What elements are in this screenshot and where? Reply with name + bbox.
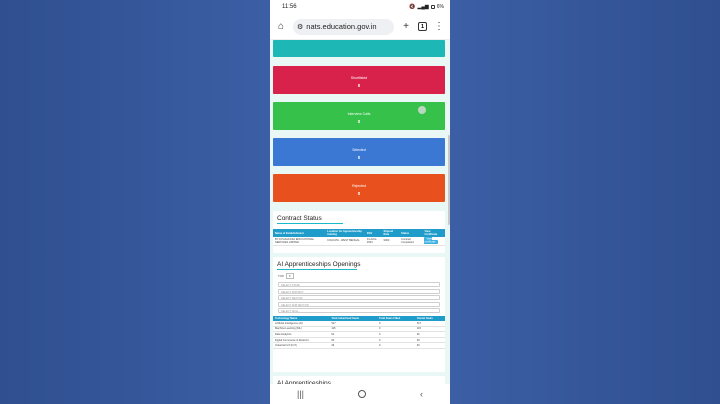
address-bar[interactable]: ⚙ nats.education.gov.in (293, 18, 394, 35)
tab-switcher-button[interactable]: 1 (418, 22, 427, 31)
ai-openings-section: AI Apprenticeships Openings TOP 5 SELECT… (273, 257, 445, 372)
status-card[interactable] (273, 40, 445, 57)
status-bar: 11:56 🔇 ▂▄▆ 6% (270, 0, 450, 14)
site-settings-icon[interactable]: ⚙ (297, 23, 303, 31)
contract-status-table: Name of Establishment Location for Appren… (273, 229, 445, 246)
table-cell: View certificate (422, 237, 445, 246)
title-underline (277, 223, 343, 224)
filter-select[interactable]: SELECT SKILL (278, 308, 440, 313)
column-header: Name of Establishment (273, 229, 326, 237)
recent-apps-icon[interactable]: ||| (297, 389, 304, 399)
page-scrollbar[interactable] (448, 135, 450, 225)
status-card-count: 0 (357, 119, 361, 124)
touch-indicator (418, 106, 426, 114)
signal-icon: ▂▄▆ (417, 4, 429, 10)
status-card-count: 0 (357, 155, 361, 160)
page-content[interactable]: Shortlisted 0 Interview Calls 0 Selected 0 Rej… (270, 40, 450, 384)
column-header: Stipend Rate (381, 229, 400, 237)
back-icon[interactable]: ‹ (420, 389, 423, 399)
table-cell: BYJU'S/AAKASH EDUCATIONAL SERVICES LIMIT… (273, 237, 326, 246)
home-button-icon[interactable] (357, 390, 366, 398)
status-time: 11:56 (282, 4, 297, 10)
ai-openings-table: Technology Name Total Advertised Seats Tot… (273, 316, 445, 349)
table-cell: 01-AUG-2023 (364, 237, 382, 246)
table-cell: KOLKATA - WEST BENGAL (325, 237, 365, 246)
table-cell: Contract Completed (399, 237, 423, 246)
table-cell: 46 (329, 342, 378, 349)
ai-openings-title: AI Apprenticeships Openings (277, 261, 361, 268)
table-cell: 46 (414, 342, 445, 349)
status-card-count: 0 (357, 83, 361, 88)
phone-screen: 11:56 🔇 ▂▄▆ 6% ⌂ ⚙ nats.education.gov.in… (270, 0, 450, 404)
battery-icon (430, 5, 435, 9)
top-count-select[interactable]: 5 (285, 273, 294, 279)
home-icon[interactable]: ⌂ (275, 21, 287, 32)
next-section-title: AI Apprenticeships (277, 380, 331, 384)
column-header: Location for Apprenticeship training (325, 229, 365, 237)
status-card-count: 0 (357, 191, 361, 196)
table-row: Industrial IoT (IIoT) 46 0 46 (273, 342, 445, 349)
table-row: BYJU'S/AAKASH EDUCATIONAL SERVICES LIMIT… (273, 237, 445, 246)
next-section: AI Apprenticeships (273, 376, 445, 384)
status-card-title: Shortlisted (350, 76, 368, 80)
status-card-title: Rejected (352, 184, 366, 188)
browser-toolbar: ⌂ ⚙ nats.education.gov.in + 1 ⋮ (270, 14, 450, 40)
more-menu-icon[interactable]: ⋮ (433, 21, 445, 32)
column-header: Status (399, 229, 423, 237)
column-header: View Certificate (422, 229, 445, 237)
new-tab-icon[interactable]: + (400, 21, 412, 32)
status-card[interactable]: Rejected 0 (273, 174, 445, 202)
filter-select[interactable]: SELECT SUB SECTOR (278, 301, 440, 307)
status-card[interactable]: Shortlisted 0 (273, 66, 445, 94)
mute-icon: 🔇 (409, 4, 416, 10)
contract-status-section: Contract Status Name of Establishment Loc… (273, 211, 445, 253)
android-nav-bar: ||| ‹ (270, 384, 450, 404)
url-text: nats.education.gov.in (306, 22, 377, 31)
status-card-title: Selected (352, 148, 366, 152)
filter-select[interactable]: SELECT DISTRICT (278, 288, 440, 294)
status-card[interactable]: Selected 0 (273, 138, 445, 166)
status-icons: 🔇 ▂▄▆ 6% (409, 4, 444, 10)
filter-select[interactable]: SELECT SECTOR (278, 295, 440, 300)
contract-status-title: Contract Status (277, 215, 322, 222)
filter-select[interactable]: SELECT STATE (278, 282, 440, 287)
top-selector[interactable]: TOP 5 (273, 270, 445, 279)
table-cell: 9000 (381, 237, 400, 246)
table-cell: Industrial IoT (IIoT) (273, 342, 330, 349)
column-header: DOJ (364, 229, 382, 237)
table-cell: 0 (377, 342, 415, 349)
view-certificate-button[interactable]: View certificate (424, 237, 438, 245)
battery-level: 6% (436, 4, 444, 10)
